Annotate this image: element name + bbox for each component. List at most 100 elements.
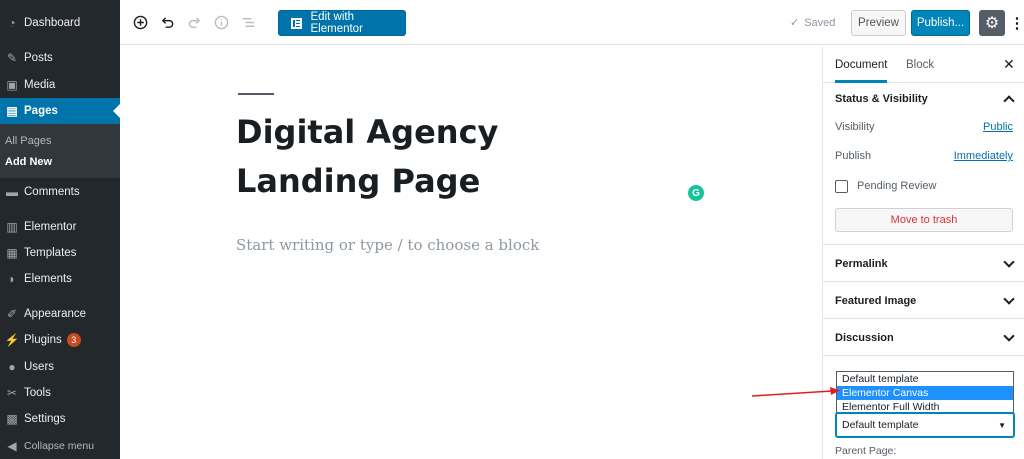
sidebar-item-media[interactable]: ▣ Media: [0, 72, 120, 98]
add-block-icon[interactable]: [131, 13, 149, 31]
parent-page-label: Parent Page:: [835, 445, 897, 457]
sidebar-item-pages[interactable]: ▤ Pages: [0, 98, 120, 124]
elementor-icon: ▥: [6, 220, 18, 234]
preview-button[interactable]: Preview: [851, 10, 906, 36]
more-options-button[interactable]: ⋮: [1009, 12, 1024, 34]
gear-icon: ⚙: [984, 15, 1000, 32]
sidebar-item-users[interactable]: ● Users: [0, 354, 120, 380]
section-discussion[interactable]: Discussion: [835, 332, 894, 344]
template-option-highlighted[interactable]: Elementor Canvas: [837, 386, 1013, 400]
chevron-up-icon[interactable]: [1003, 93, 1013, 103]
template-option[interactable]: Elementor Full Width: [837, 400, 1013, 414]
sidebar-item-comments[interactable]: ▬ Comments: [0, 179, 120, 205]
default-block-appender[interactable]: Start writing or type / to choose a bloc…: [236, 236, 539, 254]
collapse-icon: ◀: [7, 439, 17, 453]
chevron-down-icon[interactable]: [1003, 258, 1013, 268]
wp-block-editor: ◔ Dashboard ✎ Posts ▣ Media ▤ Pages All …: [0, 0, 1024, 459]
sidebar-item-tools[interactable]: ✂ Tools: [0, 380, 120, 406]
submenu-all-pages[interactable]: All Pages: [5, 135, 51, 147]
template-dropdown-list: Default template Elementor Canvas Elemen…: [836, 371, 1014, 413]
divider: [823, 318, 1024, 319]
template-option[interactable]: Default template: [837, 372, 1013, 386]
info-icon[interactable]: [212, 13, 230, 31]
publish-button[interactable]: Publish...: [911, 10, 970, 36]
sidebar-item-appearance[interactable]: ✐ Appearance: [0, 301, 120, 327]
comments-icon: ▬: [6, 185, 18, 199]
pages-icon: ▤: [6, 104, 18, 118]
sidebar-item-elementor[interactable]: ▥ Elementor: [0, 214, 120, 240]
settings-panel: Document Block ✕ Status & Visibility Vis…: [822, 46, 1024, 459]
editor-toolbar: Edit with Elementor ✓ Saved Preview Publi…: [120, 0, 1024, 45]
edit-with-elementor-label: Edit with Elementor: [310, 11, 363, 35]
sidebar-item-label: Comments: [24, 186, 80, 198]
divider: [823, 244, 1024, 245]
collapse-menu-button[interactable]: ◀ Collapse menu: [0, 433, 120, 459]
media-icon: ▣: [6, 78, 18, 92]
chevron-down-icon[interactable]: [1003, 295, 1013, 305]
elementor-logo-icon: [291, 17, 302, 29]
visibility-label: Visibility: [835, 121, 875, 133]
sidebar-item-label: Pages: [24, 105, 58, 117]
tab-block[interactable]: Block: [906, 46, 934, 83]
sidebar-item-label: Settings: [24, 413, 66, 425]
sidebar-item-label: Elementor: [24, 221, 77, 233]
divider: [823, 281, 1024, 282]
sidebar-item-label: Users: [24, 361, 55, 373]
panel-tabs: Document Block ✕: [823, 46, 1024, 83]
tab-document[interactable]: Document: [835, 46, 888, 83]
saved-status: ✓ Saved: [790, 16, 835, 29]
template-select[interactable]: Default template ▼: [836, 413, 1014, 437]
tools-icon: ✂: [6, 386, 18, 400]
sidebar-item-label: Appearance: [24, 308, 87, 320]
undo-icon[interactable]: [158, 13, 176, 31]
submenu-add-new[interactable]: Add New: [5, 156, 52, 168]
admin-sidebar: ◔ Dashboard ✎ Posts ▣ Media ▤ Pages All …: [0, 0, 120, 459]
dropdown-caret-icon: ▼: [998, 421, 1006, 430]
settings-icon: ▩: [6, 412, 18, 426]
sidebar-item-label: Dashboard: [24, 17, 81, 29]
collapse-menu-label: Collapse menu: [24, 440, 95, 452]
annotation-arrow-icon: [752, 387, 840, 397]
sidebar-item-settings[interactable]: ▩ Settings: [0, 406, 120, 432]
templates-icon: ▦: [6, 246, 18, 260]
appearance-icon: ✐: [6, 307, 18, 321]
section-status-visibility[interactable]: Status & Visibility: [835, 93, 928, 105]
plugins-update-badge: 3: [66, 333, 81, 347]
section-featured-image[interactable]: Featured Image: [835, 295, 916, 307]
sidebar-item-templates[interactable]: ▦ Templates: [0, 240, 120, 266]
move-to-trash-button[interactable]: Move to trash: [835, 208, 1013, 232]
chevron-down-icon[interactable]: [1003, 332, 1013, 342]
current-menu-arrow: [113, 104, 120, 118]
section-permalink[interactable]: Permalink: [835, 258, 888, 270]
pending-review-label[interactable]: Pending Review: [857, 180, 937, 192]
edit-with-elementor-button[interactable]: Edit with Elementor: [278, 10, 406, 36]
sidebar-item-label: Elements: [24, 273, 72, 285]
sidebar-item-dashboard[interactable]: ◔ Dashboard: [0, 10, 120, 36]
visibility-value-link[interactable]: Public: [983, 121, 1013, 133]
template-select-value: Default template: [842, 419, 919, 431]
dashboard-icon: ◔: [8, 16, 16, 30]
title-separator: [238, 93, 274, 95]
sidebar-item-elements[interactable]: ◗ Elements: [0, 266, 120, 292]
checkmark-icon: ✓: [790, 17, 800, 29]
sidebar-item-label: Plugins: [24, 334, 62, 346]
elements-icon: ◗: [8, 272, 16, 286]
grammarly-icon[interactable]: G: [688, 185, 704, 201]
close-icon[interactable]: ✕: [1003, 56, 1015, 73]
pages-submenu: All Pages Add New: [0, 124, 120, 178]
editor-canvas: Digital Agency Landing Page G Start writ…: [120, 46, 822, 459]
sidebar-item-posts[interactable]: ✎ Posts: [0, 45, 120, 71]
plugins-icon: ⚡: [4, 333, 20, 347]
post-title[interactable]: Digital Agency Landing Page: [236, 108, 636, 206]
settings-toggle-button[interactable]: ⚙: [979, 10, 1005, 36]
block-navigation-icon[interactable]: [239, 13, 257, 31]
saved-label: Saved: [804, 17, 836, 29]
pending-review-checkbox[interactable]: [835, 180, 848, 193]
divider: [823, 355, 1024, 356]
vertical-ellipsis-icon: ⋮: [1009, 14, 1024, 32]
sidebar-item-plugins[interactable]: ⚡ Plugins 3: [0, 327, 120, 353]
users-icon: ●: [8, 360, 16, 374]
redo-icon[interactable]: [185, 13, 203, 31]
sidebar-item-label: Templates: [24, 247, 77, 259]
publish-date-link[interactable]: Immediately: [954, 150, 1013, 162]
